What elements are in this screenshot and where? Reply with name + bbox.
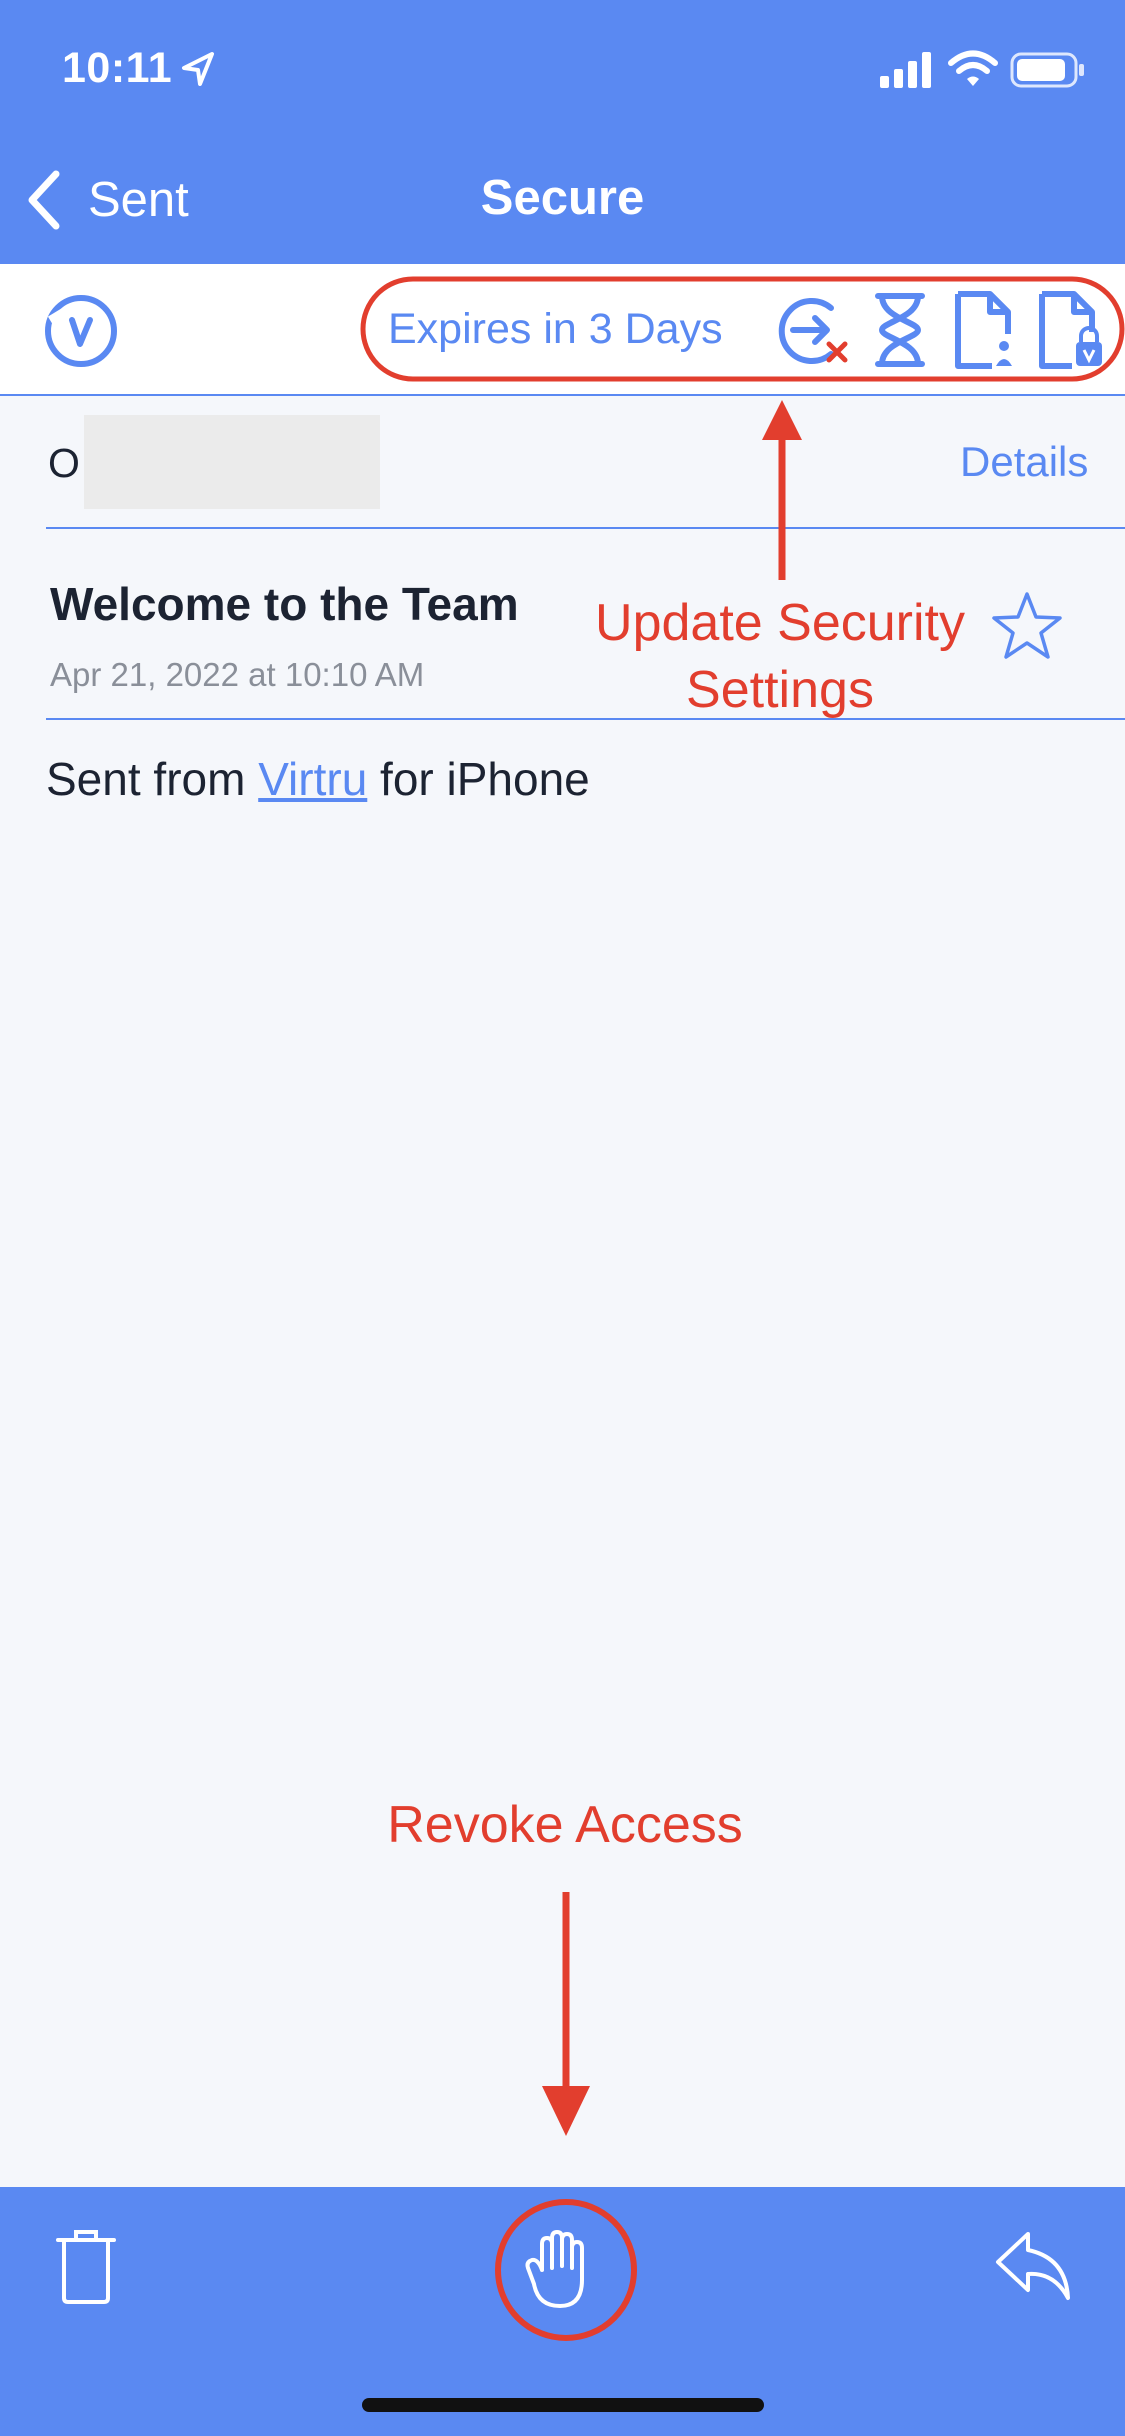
email-datetime: Apr 21, 2022 at 10:10 AM [50, 656, 425, 693]
signal-icon [880, 52, 931, 88]
sender-initial: O [48, 440, 80, 486]
details-link[interactable]: Details [960, 438, 1088, 486]
reply-icon[interactable] [994, 2228, 1074, 2304]
annotation-circle-revoke [495, 2199, 637, 2341]
location-arrow-icon [182, 52, 214, 86]
divider [46, 527, 1125, 529]
email-subject: Welcome to the Team [50, 578, 519, 630]
body-prefix: Sent from [46, 753, 259, 805]
annotation-oval-security-settings [360, 276, 1125, 382]
battery-icon [1010, 52, 1084, 88]
trash-icon[interactable] [56, 2228, 116, 2304]
virtru-logo-icon[interactable] [40, 290, 122, 372]
annotation-arrow-down [542, 1892, 590, 2136]
annotation-revoke-access: Revoke Access [387, 1796, 743, 1854]
status-time: 10:11 [62, 44, 173, 92]
star-icon[interactable] [990, 590, 1064, 662]
page-title: Secure [480, 171, 645, 225]
annotation-update-security-line1: Update Security [595, 594, 965, 652]
body-suffix: for iPhone [367, 753, 590, 805]
email-body: Sent from Virtru for iPhone [46, 752, 590, 806]
annotation-arrow-up [762, 400, 802, 580]
virtru-link[interactable]: Virtru [258, 753, 367, 805]
wifi-icon [948, 50, 998, 86]
home-indicator [362, 2398, 764, 2412]
annotation-update-security-line2: Settings [686, 661, 874, 719]
sender-redacted-block [84, 415, 380, 509]
